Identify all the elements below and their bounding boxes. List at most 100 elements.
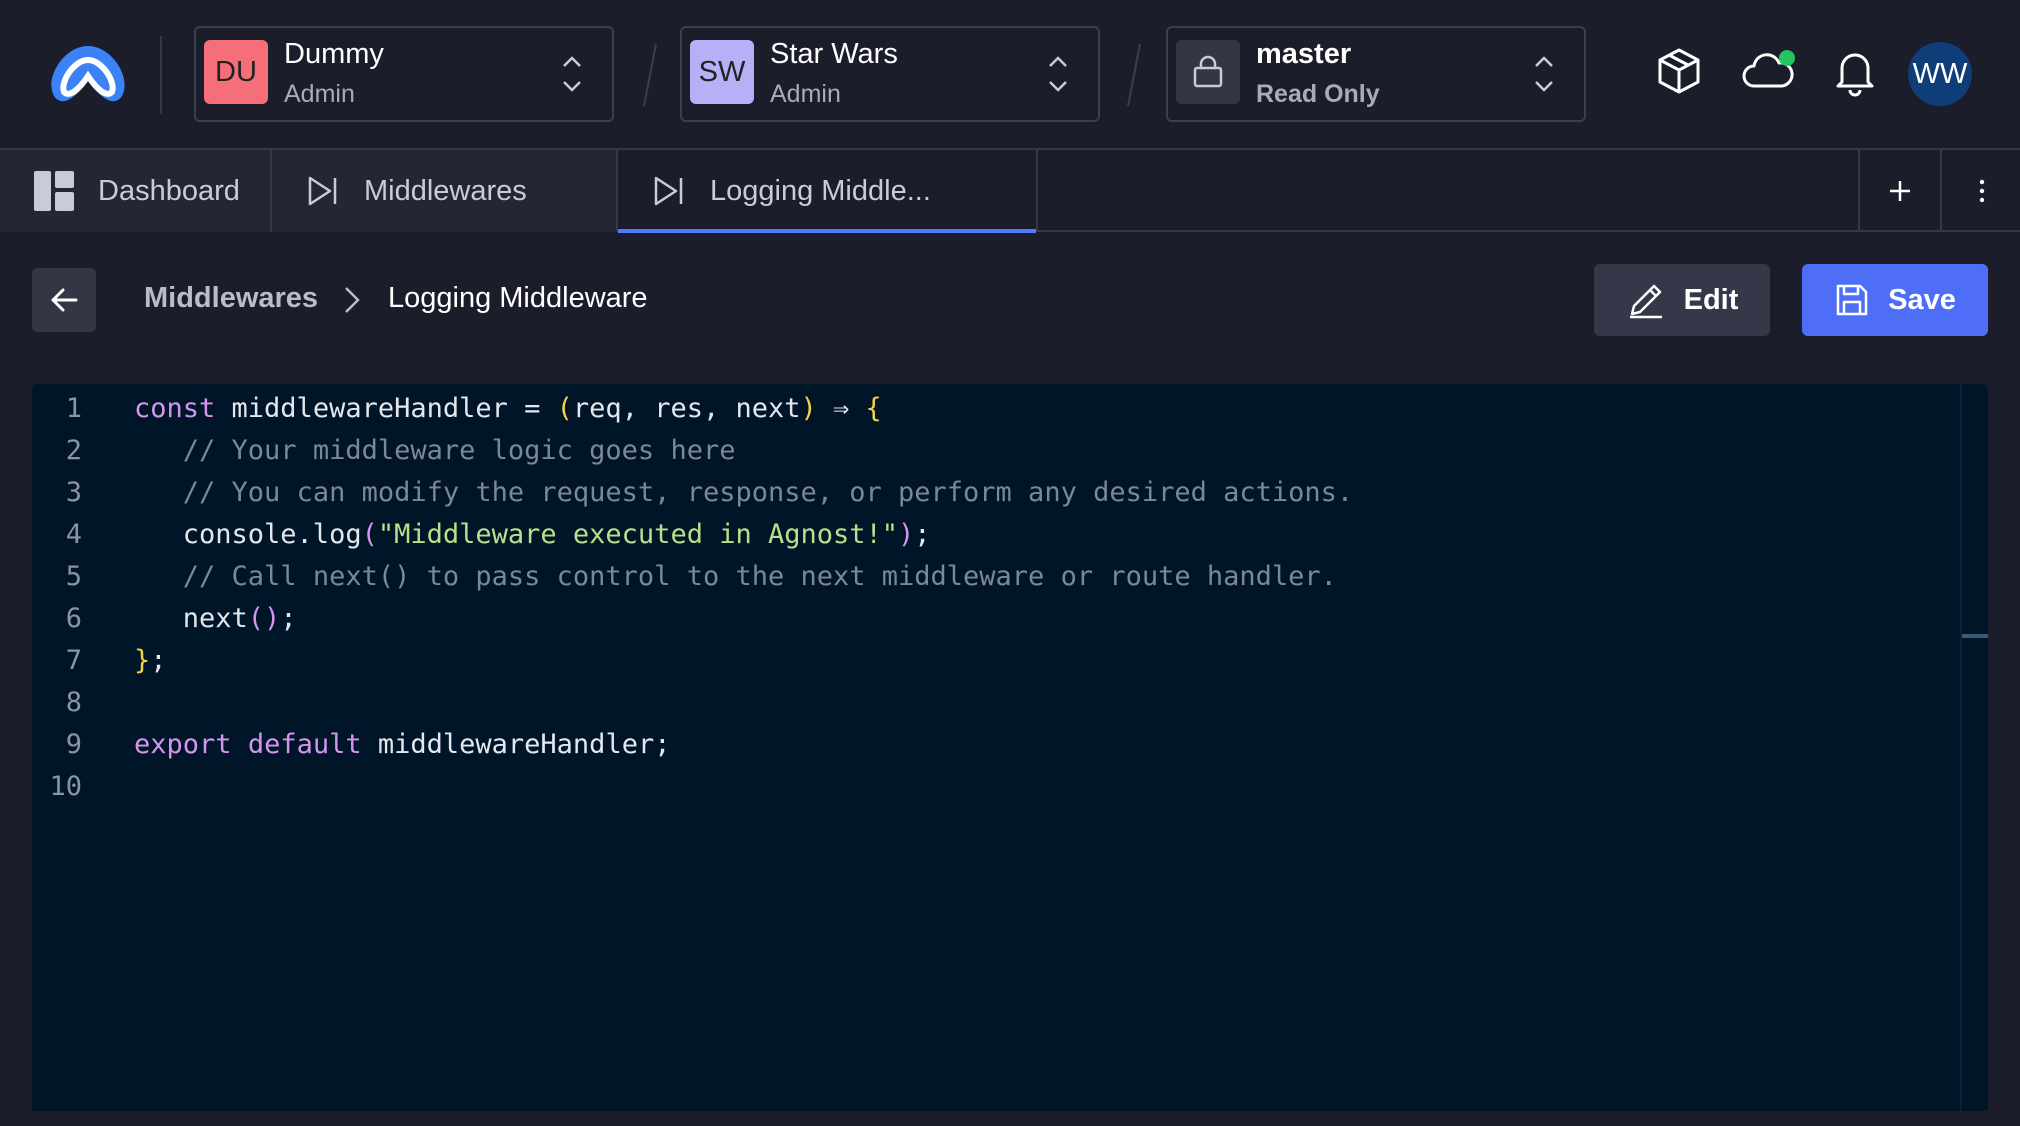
code-token: const: [134, 393, 216, 424]
bell-icon[interactable]: [1828, 44, 1882, 98]
code-token: (: [361, 519, 378, 550]
code-line[interactable]: 6 next();: [32, 598, 1932, 640]
code-text: console.log("Middleware executed in Agno…: [134, 514, 931, 556]
chevron-up-down-icon: [563, 56, 581, 92]
code-token: export: [134, 729, 232, 760]
code-line[interactable]: 8: [32, 682, 1932, 724]
branch-name: master: [1256, 38, 1352, 70]
code-text: // Your middleware logic goes here: [134, 430, 736, 472]
slash-divider: [643, 43, 657, 107]
code-text: // You can modify the request, response,…: [134, 472, 1353, 514]
app-name: Star Wars: [770, 38, 898, 70]
branch-mode: Read Only: [1256, 80, 1380, 108]
code-token: {: [865, 393, 882, 424]
edit-button[interactable]: Edit: [1594, 264, 1770, 336]
edit-label: Edit: [1683, 283, 1739, 316]
code-token: next: [134, 603, 248, 634]
code-line[interactable]: 9 export default middlewareHandler;: [32, 724, 1932, 766]
chevron-up-down-icon: [1049, 56, 1067, 92]
scroll-position-marker: [1962, 634, 1988, 638]
breadcrumb-parent-link[interactable]: Middlewares: [144, 282, 318, 315]
middleware-icon: [654, 176, 683, 206]
chevron-up-down-icon: [1535, 56, 1553, 92]
code-token: ): [800, 393, 817, 424]
tab-label: Logging Middle...: [710, 174, 931, 207]
code-token: req, res, next: [572, 393, 801, 424]
save-button[interactable]: Save: [1802, 264, 1988, 336]
code-token: middlewareHandler =: [215, 393, 557, 424]
app-selector[interactable]: SW Star Wars Admin: [680, 26, 1100, 122]
status-dot: [1779, 50, 1795, 66]
tab-label: Dashboard: [98, 174, 240, 207]
tab-middlewares[interactable]: Middlewares: [272, 150, 618, 232]
tab-menu-button[interactable]: [1940, 150, 2020, 232]
tab-logging-middleware[interactable]: Logging Middle...: [618, 150, 1038, 233]
code-editor[interactable]: 1 const middlewareHandler = (req, res, ne…: [32, 384, 1988, 1111]
org-badge: DU: [204, 40, 268, 104]
code-line[interactable]: 1 const middlewareHandler = (req, res, ne…: [32, 388, 1932, 430]
tab-dashboard[interactable]: Dashboard: [0, 150, 272, 232]
slash-divider: [1127, 43, 1141, 107]
plus-icon: [1890, 181, 1910, 201]
code-token: // You can modify the request, response,…: [182, 477, 1354, 508]
code-token: middlewareHandler;: [361, 729, 671, 760]
code-line[interactable]: 7};: [32, 640, 1932, 682]
code-token: console.log: [134, 519, 362, 550]
top-bar: DU Dummy Admin SW Star Wars Admin master…: [0, 0, 2020, 148]
line-number: 5: [65, 561, 82, 592]
user-avatar[interactable]: WW: [1908, 42, 1972, 106]
code-text: const middlewareHandler = (req, res, nex…: [134, 388, 882, 430]
lock-badge: [1176, 40, 1240, 104]
add-tab-button[interactable]: [1858, 150, 1940, 232]
code-token: default: [247, 729, 362, 760]
line-number: 10: [49, 771, 82, 802]
tab-label: Middlewares: [364, 174, 527, 207]
lock-icon: [1193, 55, 1223, 88]
line-number: 6: [65, 603, 82, 634]
line-number: 4: [65, 519, 82, 550]
tab-bar: Dashboard Middlewares Logging Middle...: [0, 148, 2020, 233]
scrollbar-track[interactable]: [1960, 384, 1962, 1111]
code-token: (: [556, 393, 573, 424]
code-text: export default middlewareHandler;: [134, 724, 670, 766]
breadcrumb-current: Logging Middleware: [388, 282, 648, 314]
kebab-menu-icon: [1979, 179, 1985, 203]
org-name: Dummy: [284, 38, 384, 70]
code-token: // Your middleware logic goes here: [182, 435, 736, 466]
line-number: 1: [65, 393, 82, 424]
code-text: next();: [134, 598, 297, 640]
branch-selector[interactable]: master Read Only: [1166, 26, 1586, 122]
code-text: };: [134, 640, 167, 682]
save-label: Save: [1888, 283, 1956, 316]
line-number: 7: [65, 645, 82, 676]
package-icon[interactable]: [1652, 44, 1706, 98]
code-token: ;: [150, 645, 167, 676]
code-token: "Middleware executed in Agnost!": [377, 519, 899, 550]
dashboard-icon: [34, 171, 74, 211]
code-line[interactable]: 3 // You can modify the request, respons…: [32, 472, 1932, 514]
code-line[interactable]: 10: [32, 766, 1932, 808]
organization-selector[interactable]: DU Dummy Admin: [194, 26, 614, 122]
code-token: ⇒: [816, 393, 866, 424]
app-role: Admin: [770, 80, 841, 108]
arrow-left-icon: [51, 288, 78, 312]
code-line[interactable]: 2 // Your middleware logic goes here: [32, 430, 1932, 472]
active-tab-indicator: [618, 229, 1036, 233]
code-token: (): [247, 603, 281, 634]
code-line[interactable]: 4 console.log("Middleware executed in Ag…: [32, 514, 1932, 556]
code-token: ): [898, 519, 915, 550]
chevron-right-icon: [345, 287, 360, 313]
divider: [160, 36, 162, 114]
agnost-logo-icon[interactable]: [44, 38, 132, 110]
line-number: 8: [65, 687, 82, 718]
save-icon: [1836, 284, 1868, 316]
line-number: 9: [65, 729, 82, 760]
app-badge: SW: [690, 40, 754, 104]
code-token: ;: [280, 603, 297, 634]
back-button[interactable]: [32, 268, 96, 332]
code-line[interactable]: 5 // Call next() to pass control to the …: [32, 556, 1932, 598]
